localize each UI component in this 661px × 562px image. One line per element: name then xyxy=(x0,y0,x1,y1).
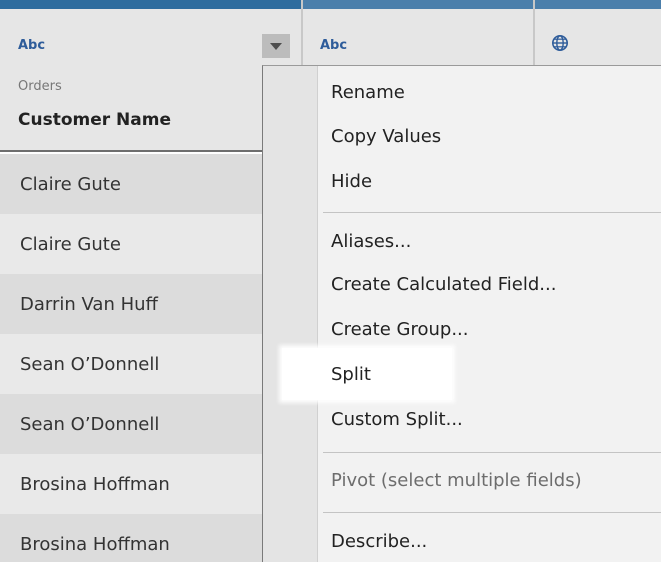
column-customer-name[interactable]: Abc Orders Customer Name Claire Gute Cla… xyxy=(0,0,301,562)
menu-separator xyxy=(323,212,661,213)
menu-item-create-group[interactable]: Create Group... xyxy=(331,319,469,340)
menu-item-rename[interactable]: Rename xyxy=(331,82,405,103)
column-accent-bar xyxy=(535,0,661,9)
menu-item-pivot: Pivot (select multiple fields) xyxy=(331,470,582,491)
field-source: Orders xyxy=(18,79,62,94)
menu-item-aliases[interactable]: Aliases... xyxy=(331,231,411,252)
table-row[interactable]: Brosina Hoffman xyxy=(0,454,301,514)
menu-separator xyxy=(323,452,661,453)
menu-icon-gutter xyxy=(263,66,318,562)
menu-item-custom-split[interactable]: Custom Split... xyxy=(331,409,463,430)
menu-item-hide[interactable]: Hide xyxy=(331,171,372,192)
menu-item-copy-values[interactable]: Copy Values xyxy=(331,126,441,147)
table-row[interactable]: Claire Gute xyxy=(0,214,301,274)
context-menu: Rename Copy Values Hide Aliases... Creat… xyxy=(262,65,661,562)
menu-separator xyxy=(323,512,661,513)
menu-item-split[interactable]: Split xyxy=(331,364,371,385)
menu-item-create-calculated-field[interactable]: Create Calculated Field... xyxy=(331,274,556,295)
column-accent-bar xyxy=(0,0,301,9)
table-row[interactable]: Sean O’Donnell xyxy=(0,394,301,454)
field-name[interactable]: Customer Name xyxy=(18,110,171,130)
table-row[interactable]: Darrin Van Huff xyxy=(0,274,301,334)
table-row[interactable]: Claire Gute xyxy=(0,154,301,214)
data-type-label[interactable]: Abc xyxy=(320,38,347,53)
data-type-label[interactable]: Abc xyxy=(18,38,45,53)
table-row[interactable]: Sean O’Donnell xyxy=(0,334,301,394)
table-row[interactable]: Brosina Hoffman xyxy=(0,514,301,562)
column-menu-button[interactable] xyxy=(262,34,290,58)
globe-icon[interactable] xyxy=(551,34,569,52)
chevron-down-icon xyxy=(270,42,282,50)
menu-item-describe[interactable]: Describe... xyxy=(331,531,427,552)
column-accent-bar xyxy=(303,0,533,9)
